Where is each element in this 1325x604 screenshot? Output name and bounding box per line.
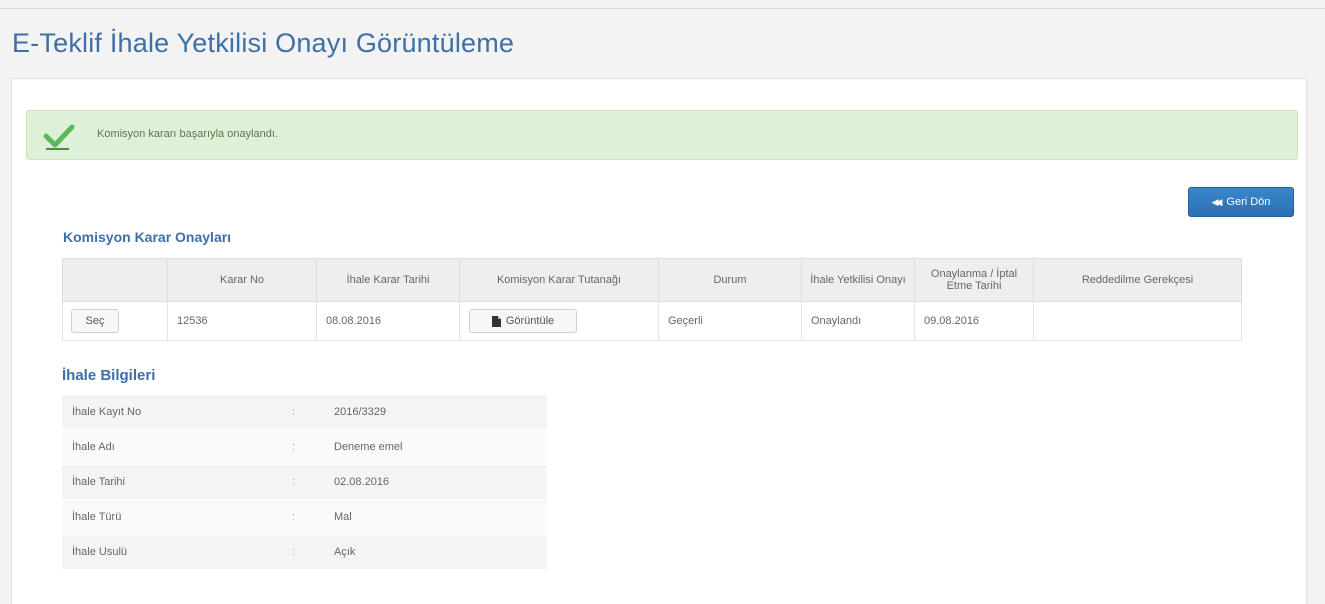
column-header-select	[62, 258, 168, 302]
karar-table-header: Karar No İhale Karar Tarihi Komisyon Kar…	[62, 258, 1242, 302]
page-title: E-Teklif İhale Yetkilisi Onayı Görüntüle…	[12, 28, 515, 58]
success-alert: Komisyon kararı başarıyla onaylandı.	[26, 110, 1298, 160]
info-separator: :	[282, 534, 324, 570]
view-button-label: Görüntüle	[505, 315, 555, 327]
top-divider	[0, 8, 1325, 9]
durum-cell: Geçerli	[658, 301, 802, 341]
column-header-onay-tarihi: Onaylanma / İptal Etme Tarihi	[914, 258, 1034, 302]
checkmark-icon	[43, 124, 75, 150]
onay-cell: Onaylandı	[801, 301, 915, 341]
info-value: Mal	[324, 499, 547, 535]
column-header-red-gerekcesi: Reddedilme Gerekçesi	[1033, 258, 1242, 302]
info-separator: :	[282, 464, 324, 500]
onay-tarihi-cell: 09.08.2016	[914, 301, 1034, 341]
back-button[interactable]: ◀◀ Geri Dön	[1188, 187, 1294, 217]
karar-no-cell: 12536	[167, 301, 317, 341]
info-value: Deneme emel	[324, 429, 547, 465]
column-header-karar-no: Karar No	[167, 258, 317, 302]
list-item: İhale Türü : Mal	[62, 499, 547, 535]
info-separator: :	[282, 395, 324, 430]
alert-message: Komisyon kararı başarıyla onaylandı.	[97, 128, 278, 140]
info-label: İhale Tarihi	[62, 464, 282, 500]
tutanak-cell: Görüntüle	[459, 301, 659, 341]
info-value: 02.08.2016	[324, 464, 547, 500]
list-item: İhale Usulü : Açık	[62, 534, 547, 570]
select-button[interactable]: Seç	[71, 309, 119, 333]
karar-table: Karar No İhale Karar Tarihi Komisyon Kar…	[62, 258, 1242, 341]
column-header-ihale-karar-tarihi: İhale Karar Tarihi	[316, 258, 460, 302]
karar-section-title: Komisyon Karar Onayları	[63, 229, 232, 245]
info-separator: :	[282, 429, 324, 465]
info-label: İhale Kayıt No	[62, 395, 282, 430]
info-label: İhale Türü	[62, 499, 282, 535]
back-button-label: Geri Dön	[1226, 196, 1271, 208]
info-value: 2016/3329	[324, 395, 547, 430]
list-item: İhale Kayıt No : 2016/3329	[62, 395, 547, 430]
info-separator: :	[282, 499, 324, 535]
double-chevron-left-icon: ◀◀	[1211, 196, 1223, 207]
column-header-ihale-yetkilisi-onayi: İhale Yetkilisi Onayı	[801, 258, 915, 302]
list-item: İhale Adı : Deneme emel	[62, 429, 547, 465]
document-icon	[491, 315, 501, 327]
info-label: İhale Adı	[62, 429, 282, 465]
ihale-bilgi-table: İhale Kayıt No : 2016/3329 İhale Adı : D…	[62, 395, 547, 570]
ihale-karar-tarihi-cell: 08.08.2016	[316, 301, 460, 341]
view-document-button[interactable]: Görüntüle	[469, 309, 577, 333]
info-label: İhale Usulü	[62, 534, 282, 570]
red-gerekcesi-cell	[1033, 301, 1242, 341]
column-header-durum: Durum	[658, 258, 802, 302]
content-panel: Komisyon kararı başarıyla onaylandı. ◀◀ …	[11, 78, 1307, 604]
bilgi-section-title: İhale Bilgileri	[62, 367, 156, 384]
info-value: Açık	[324, 534, 547, 570]
list-item: İhale Tarihi : 02.08.2016	[62, 464, 547, 500]
column-header-karar-tutanagi: Komisyon Karar Tutanağı	[459, 258, 659, 302]
select-cell: Seç	[62, 301, 168, 341]
table-row: Seç 12536 08.08.2016 Görüntüle Geçerli O…	[62, 301, 1242, 341]
